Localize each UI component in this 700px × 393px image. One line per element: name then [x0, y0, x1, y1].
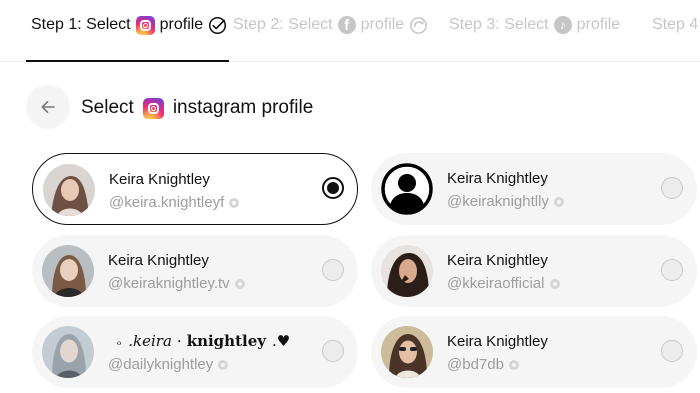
- handle-text: @kkeiraofficial: [447, 275, 545, 292]
- avatar: [381, 245, 433, 297]
- verified-icon: [234, 278, 245, 289]
- profile-card[interactable]: ₒ .keira · knightley .♥ @dailyknightley: [32, 316, 358, 388]
- profile-handle: @keiraknightlly: [447, 193, 564, 210]
- handle-text: @bd7db: [447, 356, 504, 373]
- title-suffix: instagram profile: [172, 97, 314, 118]
- handle-text: @keira.knightleyf: [109, 194, 225, 211]
- profile-name: Keira Knightley: [447, 252, 548, 269]
- page-title: Select instagram profile: [81, 96, 313, 120]
- radio-button[interactable]: [322, 340, 344, 362]
- step-4-tab[interactable]: Step 4:: [652, 14, 700, 36]
- avatar: [381, 163, 433, 215]
- profile-handle: @keira.knightleyf: [109, 194, 240, 211]
- verified-icon: [553, 196, 564, 207]
- profile-name: Keira Knightley: [108, 252, 209, 269]
- default-avatar-icon: [381, 163, 433, 215]
- title-prefix: Select: [81, 97, 134, 118]
- profile-name: Keira Knightley: [109, 171, 210, 188]
- profile-card[interactable]: Keira Knightley @keiraknightlly: [371, 153, 697, 225]
- name-part: .♥: [271, 332, 291, 350]
- step-3-suffix: profile: [576, 16, 621, 33]
- step-2-suffix: profile: [360, 16, 405, 33]
- radio-button[interactable]: [661, 259, 683, 281]
- radio-button[interactable]: [322, 259, 344, 281]
- avatar: [43, 164, 95, 216]
- profile-card[interactable]: Keira Knightley @bd7db: [371, 316, 697, 388]
- spinner-icon: [410, 16, 428, 34]
- radio-button[interactable]: [661, 177, 683, 199]
- step-1-suffix: profile: [159, 16, 204, 33]
- step-4-label: Step 4:: [652, 16, 700, 33]
- step-1-label: Step 1: Select: [31, 16, 131, 33]
- step-1-tab[interactable]: Step 1: Select profile: [31, 14, 227, 36]
- step-2-label: Step 2: Select: [233, 16, 333, 33]
- profile-handle: @bd7db: [447, 356, 519, 373]
- profile-handle: @kkeiraofficial: [447, 275, 560, 292]
- arrow-left-icon: [41, 101, 55, 113]
- handle-text: @dailyknightley: [108, 356, 214, 373]
- profile-card[interactable]: Keira Knightley @keira.knightleyf: [32, 153, 358, 225]
- verified-icon: [218, 359, 229, 370]
- profile-handle: @keiraknightley.tv: [108, 275, 245, 292]
- name-part: knightley: [186, 332, 266, 350]
- avatar: [42, 326, 94, 378]
- profile-handle: @dailyknightley: [108, 356, 229, 373]
- name-part: ₒ: [117, 334, 122, 348]
- verified-icon: [229, 197, 240, 208]
- instagram-icon: [135, 15, 155, 35]
- profile-name: Keira Knightley: [447, 333, 548, 350]
- step-2-tab[interactable]: Step 2: Select f profile: [233, 14, 428, 36]
- verified-icon: [508, 359, 519, 370]
- step-3-label: Step 3: Select: [449, 16, 549, 33]
- avatar: [381, 326, 433, 378]
- handle-text: @keiraknightley.tv: [108, 275, 230, 292]
- radio-button[interactable]: [322, 177, 344, 199]
- profile-card[interactable]: Keira Knightley @keiraknightley.tv: [32, 235, 358, 307]
- step-3-tab[interactable]: Step 3: Select ♪ profile: [449, 14, 620, 36]
- profile-card[interactable]: Keira Knightley @kkeiraofficial: [371, 235, 697, 307]
- avatar: [42, 245, 94, 297]
- profile-name: ₒ .keira · knightley .♥: [108, 332, 290, 350]
- radio-button[interactable]: [661, 340, 683, 362]
- verified-icon: [549, 278, 560, 289]
- name-part: .keira: [128, 332, 172, 350]
- tiktok-icon: ♪: [553, 16, 572, 34]
- active-step-indicator: [26, 60, 229, 62]
- facebook-icon: f: [337, 16, 356, 34]
- instagram-icon: [142, 97, 164, 119]
- handle-text: @keiraknightlly: [447, 193, 549, 210]
- check-circle-icon: [209, 16, 227, 34]
- name-part: ·: [176, 332, 182, 350]
- profile-name: Keira Knightley: [447, 170, 548, 187]
- back-button[interactable]: [26, 85, 70, 129]
- steps-bar: Step 1: Select profile Step 2: Select f …: [0, 0, 700, 62]
